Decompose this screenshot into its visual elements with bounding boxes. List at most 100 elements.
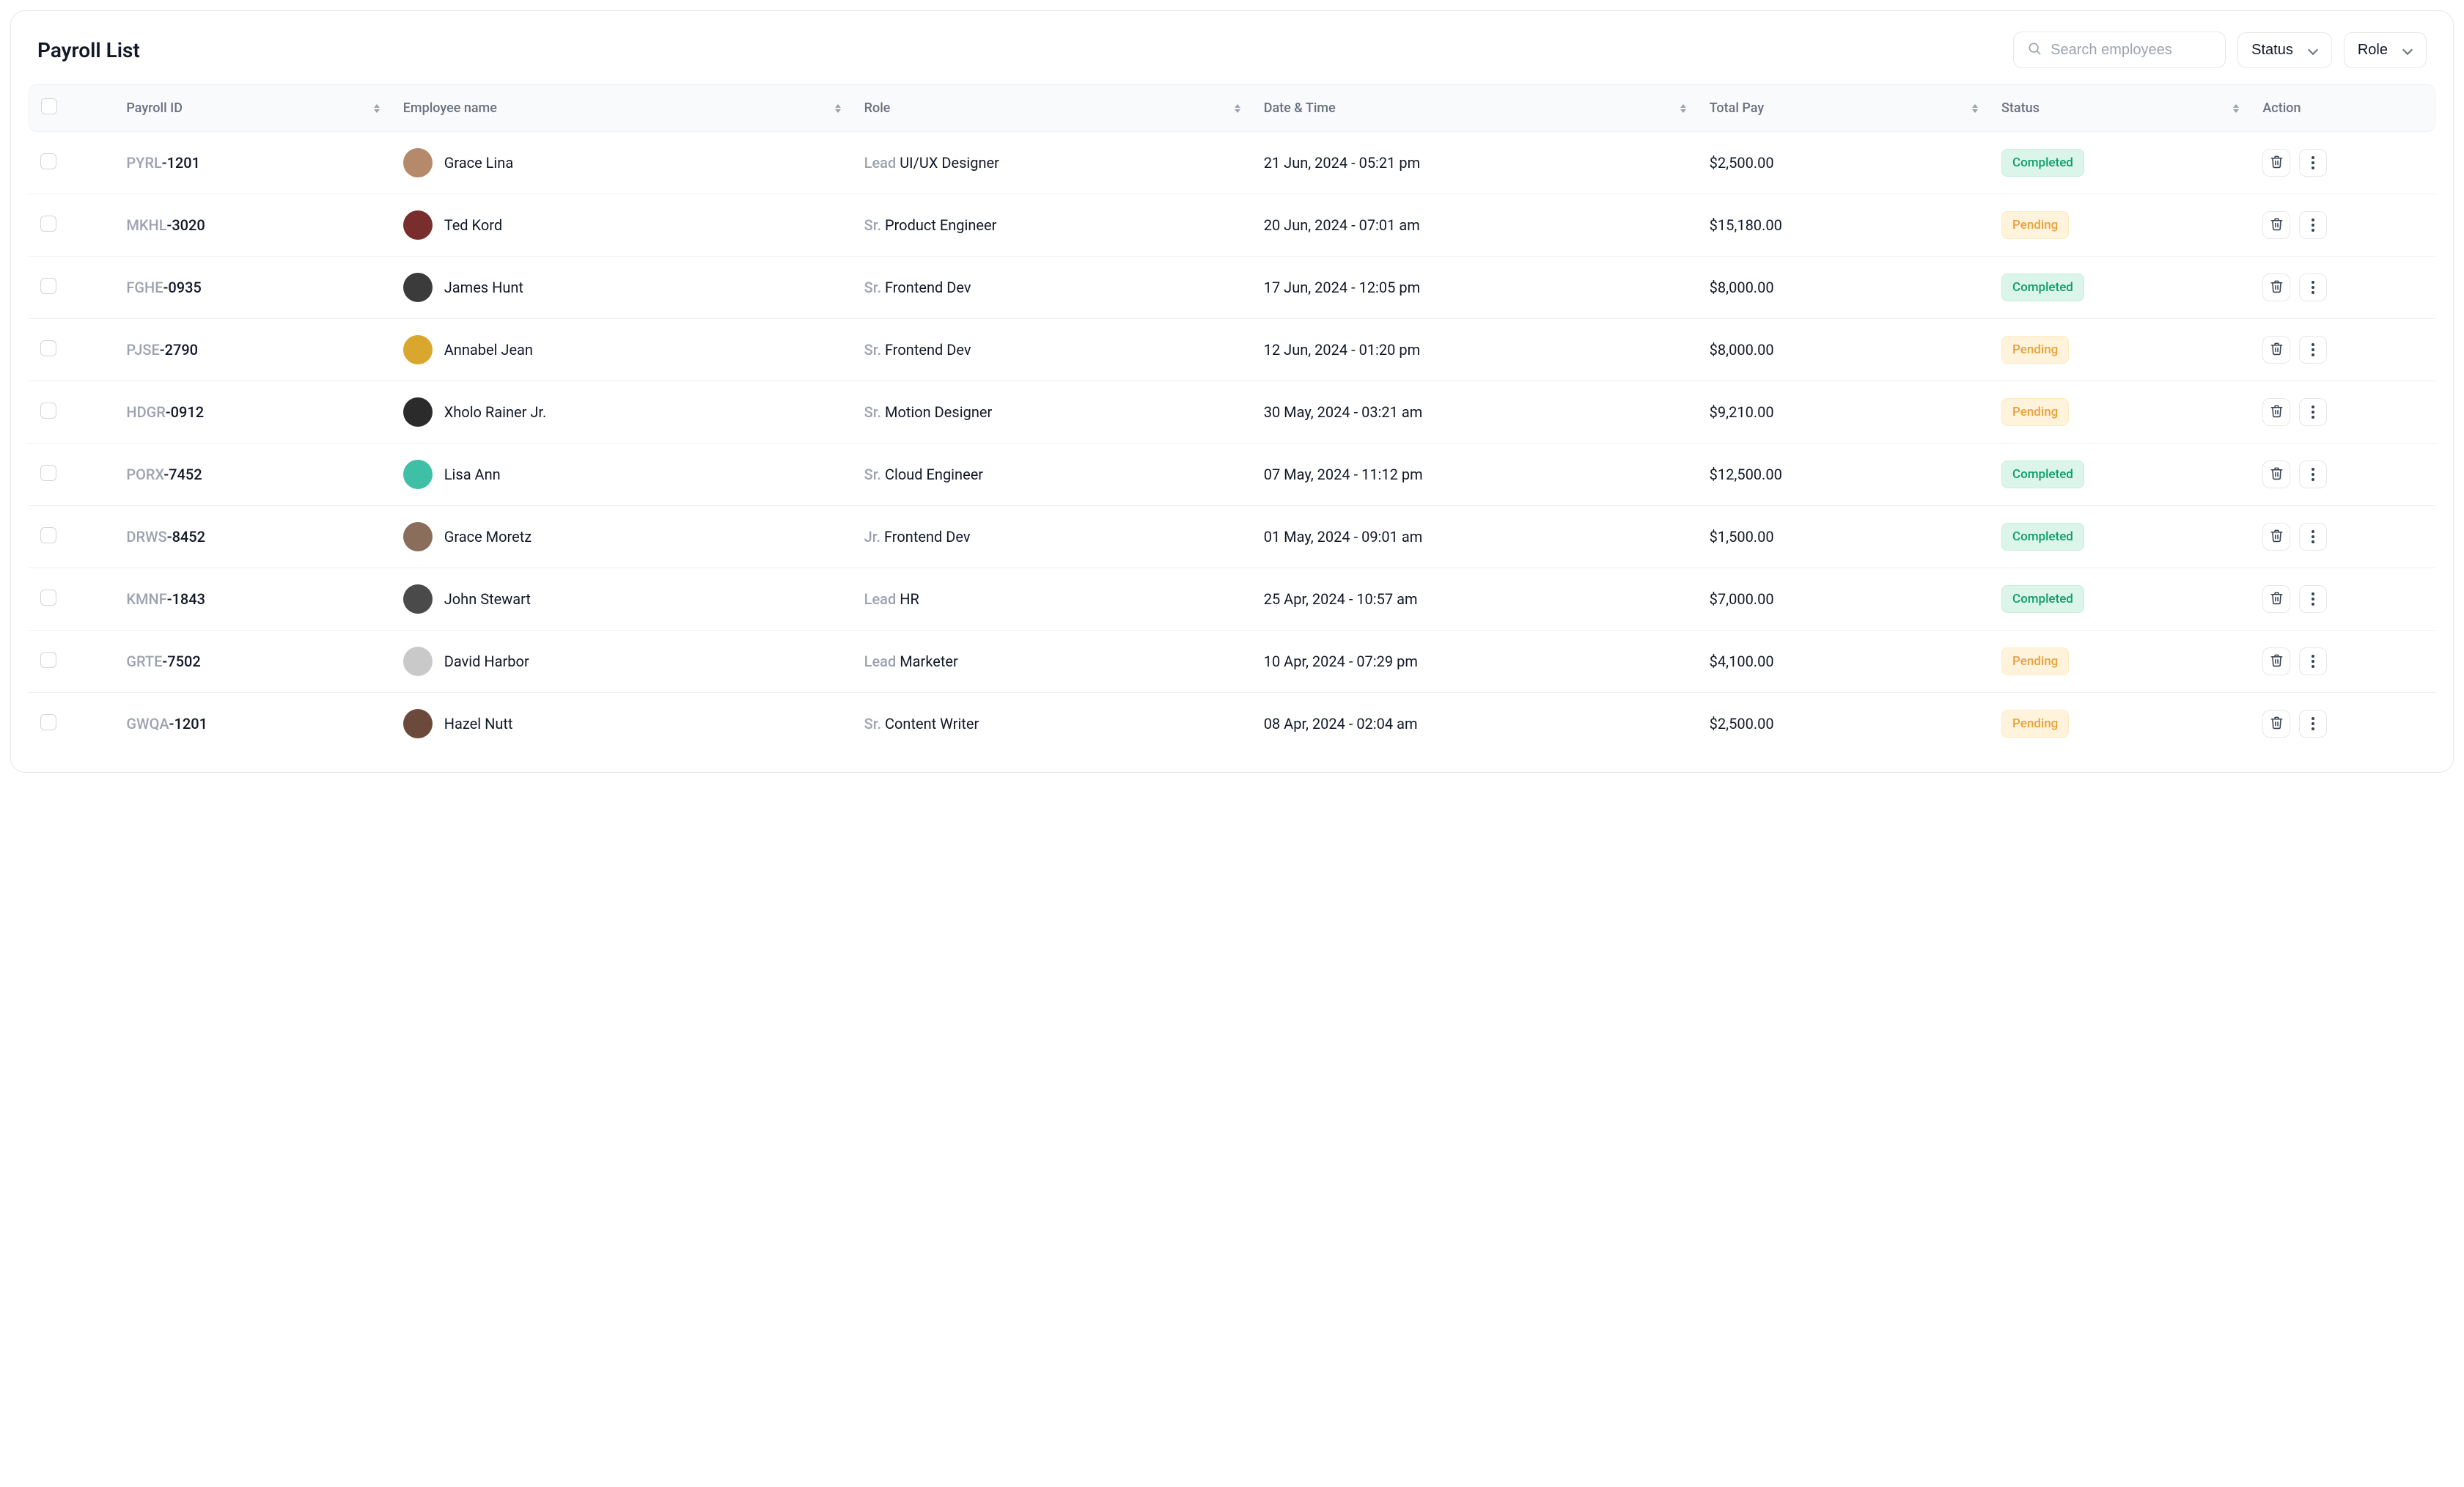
more-actions-button[interactable] — [2299, 460, 2327, 488]
row-checkbox[interactable] — [40, 153, 56, 169]
search-field[interactable] — [2013, 32, 2226, 68]
role-level: Sr. — [864, 403, 885, 421]
select-all-checkbox[interactable] — [41, 98, 57, 114]
status-badge: Completed — [2001, 273, 2084, 301]
date-time: 07 May, 2024 - 11:12 pm — [1264, 466, 1423, 483]
role-title: Product Engineer — [885, 216, 996, 234]
status-badge: Pending — [2001, 710, 2069, 738]
more-actions-button[interactable] — [2299, 273, 2327, 301]
sort-icon[interactable] — [835, 104, 841, 113]
payroll-id-prefix: HDGR — [126, 403, 165, 421]
employee-name: Annabel Jean — [444, 341, 533, 359]
payroll-id-number: -1201 — [162, 154, 200, 172]
role-title: Frontend Dev — [885, 279, 971, 296]
delete-button[interactable] — [2262, 273, 2290, 301]
role-filter[interactable]: Role — [2344, 32, 2427, 68]
trash-icon — [2270, 529, 2284, 545]
more-actions-button[interactable] — [2299, 710, 2327, 738]
row-checkbox[interactable] — [40, 465, 56, 481]
trash-icon — [2270, 591, 2284, 607]
avatar — [403, 210, 433, 240]
role-level: Lead — [864, 154, 900, 172]
page-title: Payroll List — [37, 38, 140, 62]
status-badge: Pending — [2001, 647, 2069, 675]
row-checkbox[interactable] — [40, 652, 56, 668]
sort-icon[interactable] — [1972, 104, 1978, 113]
table-row: DRWS-8452Grace MoretzJr. Frontend Dev01 … — [29, 506, 2435, 568]
more-actions-button[interactable] — [2299, 585, 2327, 613]
delete-button[interactable] — [2262, 149, 2290, 177]
row-checkbox[interactable] — [40, 590, 56, 606]
role-title: Cloud Engineer — [885, 466, 983, 483]
role-level: Sr. — [864, 341, 885, 359]
row-checkbox[interactable] — [40, 340, 56, 356]
row-checkbox[interactable] — [40, 216, 56, 232]
table-row: GRTE-7502David HarborLead Marketer10 Apr… — [29, 631, 2435, 693]
col-header-employee[interactable]: Employee name — [403, 100, 497, 116]
row-checkbox[interactable] — [40, 527, 56, 543]
row-checkbox[interactable] — [40, 403, 56, 419]
more-vertical-icon — [2312, 156, 2314, 169]
payroll-id-prefix: FGHE — [126, 279, 163, 296]
role-level: Sr. — [864, 216, 885, 234]
role-level: Sr. — [864, 279, 885, 296]
delete-button[interactable] — [2262, 398, 2290, 426]
row-checkbox[interactable] — [40, 278, 56, 294]
trash-icon — [2270, 342, 2284, 358]
sort-icon[interactable] — [2233, 104, 2239, 113]
delete-button[interactable] — [2262, 647, 2290, 675]
role-title: Motion Designer — [885, 403, 992, 421]
delete-button[interactable] — [2262, 710, 2290, 738]
more-vertical-icon — [2312, 530, 2314, 543]
table-row: HDGR-0912Xholo Rainer Jr.Sr. Motion Desi… — [29, 381, 2435, 444]
sort-icon[interactable] — [374, 104, 380, 113]
more-vertical-icon — [2312, 717, 2314, 730]
col-header-payroll-id[interactable]: Payroll ID — [126, 100, 183, 116]
payroll-id-number: -3020 — [167, 216, 205, 234]
table-row: PYRL-1201Grace LinaLead UI/UX Designer21… — [29, 132, 2435, 194]
status-badge: Completed — [2001, 149, 2084, 177]
more-vertical-icon — [2312, 405, 2314, 419]
more-actions-button[interactable] — [2299, 149, 2327, 177]
avatar — [403, 460, 433, 489]
table-row: PORX-7452Lisa AnnSr. Cloud Engineer07 Ma… — [29, 444, 2435, 506]
employee-name: John Stewart — [444, 590, 531, 608]
delete-button[interactable] — [2262, 523, 2290, 551]
role-level: Lead — [864, 590, 900, 608]
col-header-date[interactable]: Date & Time — [1264, 100, 1336, 116]
chevron-down-icon — [2402, 45, 2413, 55]
sort-icon[interactable] — [1235, 104, 1240, 113]
more-actions-button[interactable] — [2299, 647, 2327, 675]
total-pay: $7,000.00 — [1710, 590, 1774, 608]
more-vertical-icon — [2312, 343, 2314, 356]
delete-button[interactable] — [2262, 336, 2290, 364]
total-pay: $2,500.00 — [1710, 715, 1774, 733]
total-pay: $8,000.00 — [1710, 279, 1774, 296]
delete-button[interactable] — [2262, 585, 2290, 613]
employee-name: Lisa Ann — [444, 466, 501, 483]
role-title: Marketer — [900, 653, 958, 670]
total-pay: $2,500.00 — [1710, 154, 1774, 172]
sort-icon[interactable] — [1680, 104, 1686, 113]
table-row: MKHL-3020Ted KordSr. Product Engineer20 … — [29, 194, 2435, 257]
payroll-table: Payroll ID Employee name Role — [29, 84, 2435, 754]
delete-button[interactable] — [2262, 211, 2290, 239]
date-time: 20 Jun, 2024 - 07:01 am — [1264, 216, 1420, 234]
payroll-id-number: -7452 — [163, 466, 202, 483]
total-pay: $8,000.00 — [1710, 341, 1774, 359]
payroll-id-number: -0912 — [166, 403, 204, 421]
delete-button[interactable] — [2262, 460, 2290, 488]
more-actions-button[interactable] — [2299, 336, 2327, 364]
status-filter[interactable]: Status — [2237, 32, 2332, 68]
more-actions-button[interactable] — [2299, 523, 2327, 551]
search-input[interactable] — [2051, 42, 2212, 59]
more-actions-button[interactable] — [2299, 211, 2327, 239]
table-row: PJSE-2790Annabel JeanSr. Frontend Dev12 … — [29, 319, 2435, 381]
row-checkbox[interactable] — [40, 714, 56, 730]
col-header-status[interactable]: Status — [2001, 100, 2040, 116]
col-header-total-pay[interactable]: Total Pay — [1710, 100, 1765, 116]
more-actions-button[interactable] — [2299, 398, 2327, 426]
col-header-role[interactable]: Role — [864, 100, 891, 116]
date-time: 21 Jun, 2024 - 05:21 pm — [1264, 154, 1420, 172]
payroll-id-number: -1843 — [167, 590, 205, 608]
